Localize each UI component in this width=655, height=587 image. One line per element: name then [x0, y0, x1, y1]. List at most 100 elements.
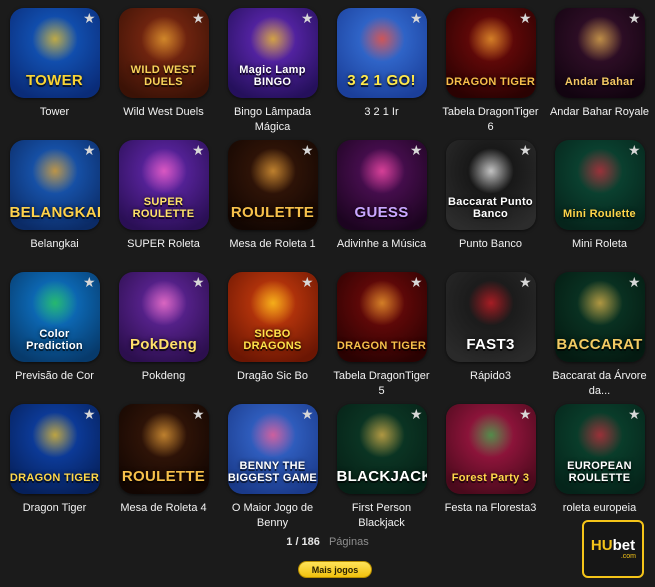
favorite-star-icon[interactable]: ★	[301, 407, 314, 421]
game-thumbnail[interactable]: DRAGON TIGER ★	[445, 8, 536, 98]
game-title: Adivinhe a Música	[336, 238, 427, 250]
thumbnail-glow	[249, 148, 296, 194]
game-tile[interactable]: BELANGKAI ★ Belangkai	[0, 140, 109, 272]
game-tile[interactable]: TOWER ★ Tower	[0, 8, 109, 140]
favorite-star-icon[interactable]: ★	[192, 143, 205, 157]
game-tile[interactable]: WILD WEST DUELS ★ Wild West Duels	[109, 8, 218, 140]
game-tile[interactable]: GUESS ★ Adivinhe a Música	[327, 140, 436, 272]
game-thumbnail[interactable]: Andar Bahar ★	[554, 8, 645, 98]
game-title: Mesa de Roleta 4	[120, 502, 207, 514]
game-tile[interactable]: DRAGON TIGER ★ Tabela DragonTiger 6	[436, 8, 545, 140]
game-title: Rápido3	[470, 370, 511, 382]
thumbnail-glow	[576, 412, 623, 458]
favorite-star-icon[interactable]: ★	[83, 407, 96, 421]
thumbnail-glow	[140, 280, 187, 326]
favorite-star-icon[interactable]: ★	[410, 11, 423, 25]
thumbnail-title: SUPER ROULETTE	[132, 196, 195, 220]
game-tile[interactable]: SICBO DRAGONS ★ Dragão Sic Bo	[218, 272, 327, 404]
favorite-star-icon[interactable]: ★	[301, 275, 314, 289]
game-tile[interactable]: ROULETTE ★ Mesa de Roleta 4	[109, 404, 218, 536]
favorite-star-icon[interactable]: ★	[519, 143, 532, 157]
game-tile[interactable]: EUROPEAN ROULETTE ★ roleta europeia	[545, 404, 654, 536]
game-thumbnail[interactable]: BELANGKAI ★	[9, 140, 100, 230]
game-tile[interactable]: 3 2 1 GO! ★ 3 2 1 Ir	[327, 8, 436, 140]
game-thumbnail[interactable]: ROULETTE ★	[227, 140, 318, 230]
game-tile[interactable]: DRAGON TIGER ★ Dragon Tiger	[0, 404, 109, 536]
game-title: Dragão Sic Bo	[237, 370, 308, 382]
game-thumbnail[interactable]: TOWER ★	[9, 8, 100, 98]
thumbnail-title: Color Prediction	[26, 328, 83, 352]
favorite-star-icon[interactable]: ★	[301, 143, 314, 157]
game-title: Tower	[39, 106, 70, 118]
game-thumbnail[interactable]: Forest Party 3 ★	[445, 404, 536, 494]
game-tile[interactable]: Baccarat Punto Banco ★ Punto Banco	[436, 140, 545, 272]
favorite-star-icon[interactable]: ★	[410, 407, 423, 421]
thumbnail-title: PokDeng	[129, 336, 198, 353]
game-thumbnail[interactable]: 3 2 1 GO! ★	[336, 8, 427, 98]
thumbnail-title: WILD WEST DUELS	[130, 64, 197, 88]
favorite-star-icon[interactable]: ★	[628, 407, 641, 421]
favorite-star-icon[interactable]: ★	[519, 407, 532, 421]
thumbnail-title: Forest Party 3	[451, 472, 530, 484]
game-thumbnail[interactable]: SICBO DRAGONS ★	[227, 272, 318, 362]
game-thumbnail[interactable]: Mini Roulette ★	[554, 140, 645, 230]
favorite-star-icon[interactable]: ★	[192, 11, 205, 25]
game-tile[interactable]: Forest Party 3 ★ Festa na Floresta3	[436, 404, 545, 536]
favorite-star-icon[interactable]: ★	[628, 275, 641, 289]
game-thumbnail[interactable]: BENNY THE BIGGEST GAME ★	[227, 404, 318, 494]
thumbnail-glow	[249, 280, 296, 326]
favorite-star-icon[interactable]: ★	[410, 143, 423, 157]
favorite-star-icon[interactable]: ★	[628, 143, 641, 157]
thumbnail-glow	[31, 148, 78, 194]
game-title: Belangkai	[30, 238, 79, 250]
game-thumbnail[interactable]: DRAGON TIGER ★	[336, 272, 427, 362]
game-thumbnail[interactable]: GUESS ★	[336, 140, 427, 230]
game-thumbnail[interactable]: BACCARAT ★	[554, 272, 645, 362]
favorite-star-icon[interactable]: ★	[83, 143, 96, 157]
favorite-star-icon[interactable]: ★	[192, 275, 205, 289]
game-title: Wild West Duels	[123, 106, 204, 118]
game-thumbnail[interactable]: DRAGON TIGER ★	[9, 404, 100, 494]
favorite-star-icon[interactable]: ★	[83, 275, 96, 289]
game-tile[interactable]: BACCARAT ★ Baccarat da Árvore da...	[545, 272, 654, 404]
game-title: Tabela DragonTiger 6	[442, 106, 539, 133]
game-tile[interactable]: BLACKJACK ★ First Person Blackjack	[327, 404, 436, 536]
favorite-star-icon[interactable]: ★	[192, 407, 205, 421]
game-tile[interactable]: PokDeng ★ Pokdeng	[109, 272, 218, 404]
page-word: Páginas	[328, 536, 369, 548]
favorite-star-icon[interactable]: ★	[628, 11, 641, 25]
game-tile[interactable]: DRAGON TIGER ★ Tabela DragonTiger 5	[327, 272, 436, 404]
game-title: Previsão de Cor	[15, 370, 94, 382]
favorite-star-icon[interactable]: ★	[519, 275, 532, 289]
favorite-star-icon[interactable]: ★	[519, 11, 532, 25]
game-thumbnail[interactable]: SUPER ROULETTE ★	[118, 140, 209, 230]
game-tile[interactable]: Andar Bahar ★ Andar Bahar Royale	[545, 8, 654, 140]
game-thumbnail[interactable]: EUROPEAN ROULETTE ★	[554, 404, 645, 494]
game-thumbnail[interactable]: Magic Lamp BINGO ★	[227, 8, 318, 98]
thumbnail-title: Andar Bahar	[564, 76, 635, 88]
game-tile[interactable]: Magic Lamp BINGO ★ Bingo Lâmpada Mágica	[218, 8, 327, 140]
game-thumbnail[interactable]: Color Prediction ★	[9, 272, 100, 362]
game-thumbnail[interactable]: PokDeng ★	[118, 272, 209, 362]
game-thumbnail[interactable]: FAST3 ★	[445, 272, 536, 362]
game-tile[interactable]: SUPER ROULETTE ★ SUPER Roleta	[109, 140, 218, 272]
thumbnail-glow	[467, 280, 514, 326]
favorite-star-icon[interactable]: ★	[83, 11, 96, 25]
game-thumbnail[interactable]: ROULETTE ★	[118, 404, 209, 494]
game-tile[interactable]: FAST3 ★ Rápido3	[436, 272, 545, 404]
hubet-logo[interactable]: HUbet .com	[582, 520, 644, 578]
game-tile[interactable]: Color Prediction ★ Previsão de Cor	[0, 272, 109, 404]
game-tile[interactable]: ROULETTE ★ Mesa de Roleta 1	[218, 140, 327, 272]
game-thumbnail[interactable]: WILD WEST DUELS ★	[118, 8, 209, 98]
favorite-star-icon[interactable]: ★	[410, 275, 423, 289]
logo-domain: .com	[620, 553, 636, 560]
favorite-star-icon[interactable]: ★	[301, 11, 314, 25]
game-thumbnail[interactable]: BLACKJACK ★	[336, 404, 427, 494]
game-title: Pokdeng	[141, 370, 186, 382]
game-tile[interactable]: BENNY THE BIGGEST GAME ★ O Maior Jogo de B…	[218, 404, 327, 536]
game-thumbnail[interactable]: Baccarat Punto Banco ★	[445, 140, 536, 230]
game-grid: TOWER ★ Tower WILD WEST DUELS ★ Wild West Due…	[0, 8, 655, 536]
game-tile[interactable]: Mini Roulette ★ Mini Roleta	[545, 140, 654, 272]
thumbnail-title: SICBO DRAGONS	[243, 328, 302, 352]
more-games-button[interactable]: Mais jogos	[298, 561, 372, 578]
